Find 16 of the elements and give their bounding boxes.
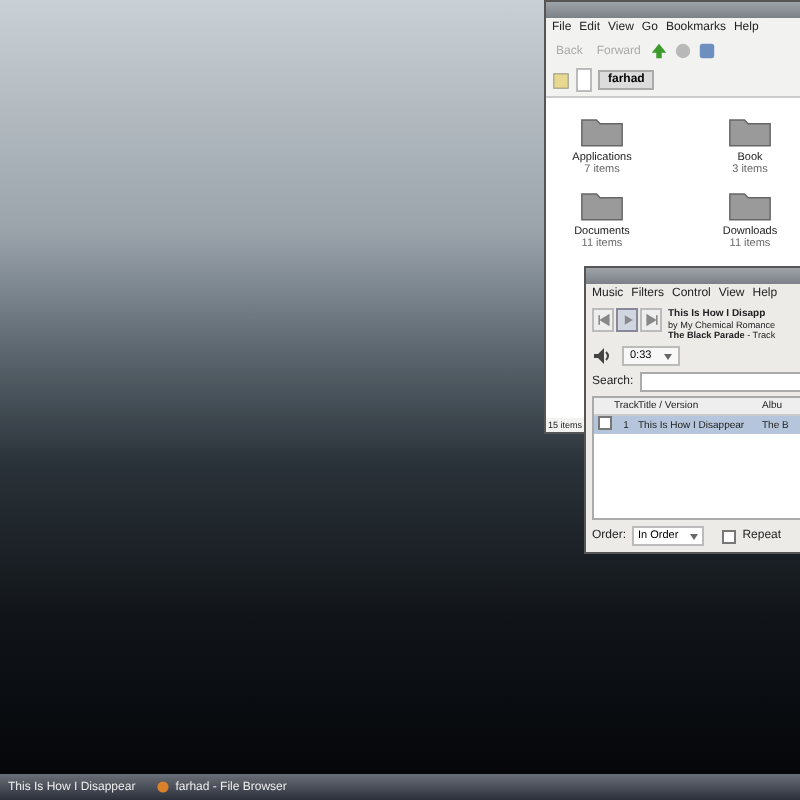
next-button[interactable] <box>640 308 662 332</box>
play-icon <box>619 312 635 328</box>
play-button[interactable] <box>616 308 638 332</box>
path-left-button[interactable] <box>576 68 592 92</box>
up-arrow-icon[interactable] <box>650 42 669 60</box>
skip-back-icon <box>595 312 611 328</box>
search-field[interactable] <box>639 372 800 392</box>
folder-icon[interactable] <box>580 188 624 222</box>
repeat-checkbox[interactable] <box>722 529 737 543</box>
previous-button[interactable] <box>592 308 614 332</box>
skip-forward-icon <box>643 312 659 328</box>
folder-icon[interactable] <box>728 114 772 148</box>
row-checkbox[interactable] <box>598 416 612 430</box>
folder-icon[interactable] <box>580 114 624 148</box>
folder-icon[interactable] <box>728 188 772 222</box>
speaker-icon[interactable] <box>592 346 612 366</box>
